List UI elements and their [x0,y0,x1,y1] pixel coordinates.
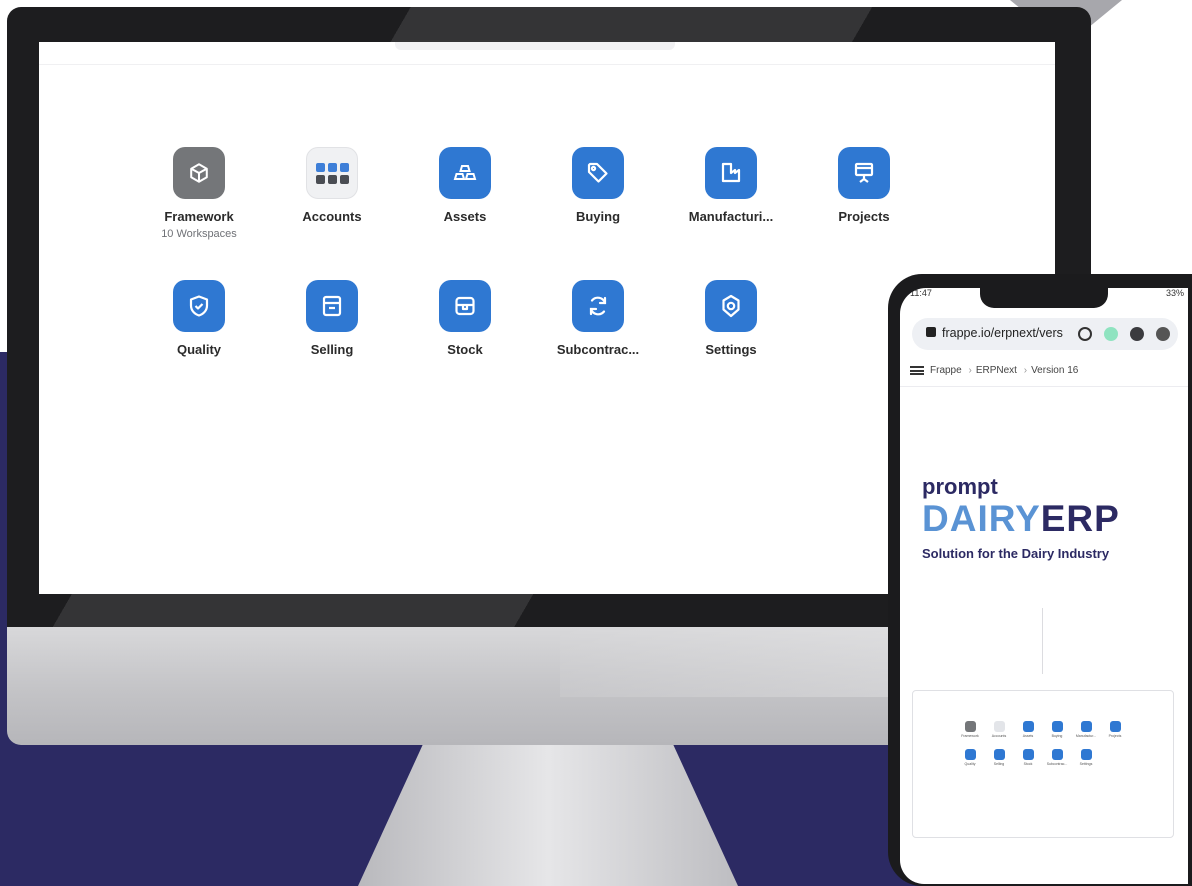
breadcrumb: Frappe › ERPNext › Version 16 [910,365,1078,376]
mini-app: Framework [955,721,985,738]
shield-check-icon [173,280,225,332]
phone-notch [980,288,1108,308]
brand-prompt: prompt [922,474,998,499]
accounts-grid-icon [306,147,358,199]
url-text: frappe.io/erpnext/vers [942,326,1063,340]
screen-topbar [39,42,1055,65]
app-label: Framework [164,209,234,224]
reload-icon[interactable] [1078,327,1092,341]
store-icon [306,280,358,332]
crumb-version: Version 16 [1031,365,1079,376]
app-manufacturing[interactable]: Manufacturi... [671,147,791,224]
refresh-icon [572,280,624,332]
app-assets[interactable]: Assets [405,147,525,224]
presentation-icon [838,147,890,199]
app-label: Projects [838,209,890,224]
status-time: 11:47 [910,288,932,298]
mini-app: Subcontrac... [1042,749,1072,766]
divider-line [1042,608,1043,674]
app-label: Selling [310,342,354,357]
shield-icon[interactable] [1130,327,1144,341]
mini-app: Stock [1013,749,1043,766]
mini-app: Settings [1071,749,1101,766]
app-label: Buying [575,209,621,224]
incognito-icon[interactable] [1156,327,1170,341]
app-settings[interactable]: Settings [671,280,791,357]
mini-desktop-preview: Framework Accounts Assets Buying Manufac… [912,690,1174,838]
gear-icon [705,280,757,332]
search-bar[interactable] [395,42,675,50]
menu-icon[interactable] [910,365,924,375]
app-label: Assets [443,209,487,224]
app-subcontracting[interactable]: Subcontrac... [538,280,658,357]
app-stock[interactable]: Stock [405,280,525,357]
brand-tagline: Solution for the Dairy Industry [922,546,1110,561]
app-buying[interactable]: Buying [538,147,658,224]
mini-app: Manufactur... [1071,721,1101,738]
app-label: Subcontrac... [556,342,640,357]
asset-bars-icon [439,147,491,199]
app-sublabel: 10 Workspaces [161,228,237,240]
tag-icon [572,147,624,199]
app-label: Stock [447,342,483,357]
brand-erp: ERP [1040,498,1120,539]
mini-app: Buying [1042,721,1072,738]
app-projects[interactable]: Projects [804,147,924,224]
brand-logo: DAIRYERP [922,499,1120,539]
app-accounts[interactable]: Accounts [272,147,392,224]
mini-app: Quality [955,749,985,766]
battery-percent: 33% [1165,288,1184,298]
browser-address-bar[interactable]: frappe.io/erpnext/vers [912,318,1178,350]
divider [900,386,1188,387]
cube-icon [173,147,225,199]
app-label: Settings [705,342,757,357]
brand-dairy: DAIRY [922,498,1041,539]
crumb-erpnext[interactable]: ERPNext [976,365,1017,376]
app-label: Manufacturi... [688,209,774,224]
phone-screen: 11:47 33% frappe.io/erpnext/vers Frappe … [900,288,1188,884]
factory-icon [705,147,757,199]
app-quality[interactable]: Quality [139,280,259,357]
monitor-stand [358,745,738,886]
status-bar: 11:47 [910,288,932,298]
crumb-frappe[interactable]: Frappe [930,365,962,376]
app-label: Accounts [302,209,362,224]
extension-icon[interactable] [1104,327,1118,341]
status-battery: 33% [1166,288,1184,298]
box-icon [439,280,491,332]
mini-app: Selling [984,749,1014,766]
app-framework[interactable]: Framework 10 Workspaces [139,147,259,240]
app-label: Quality [176,342,222,357]
mini-app: Assets [1013,721,1043,738]
mini-app: Accounts [984,721,1014,738]
lock-icon [926,327,936,337]
mini-app: Projects [1100,721,1130,738]
app-selling[interactable]: Selling [272,280,392,357]
